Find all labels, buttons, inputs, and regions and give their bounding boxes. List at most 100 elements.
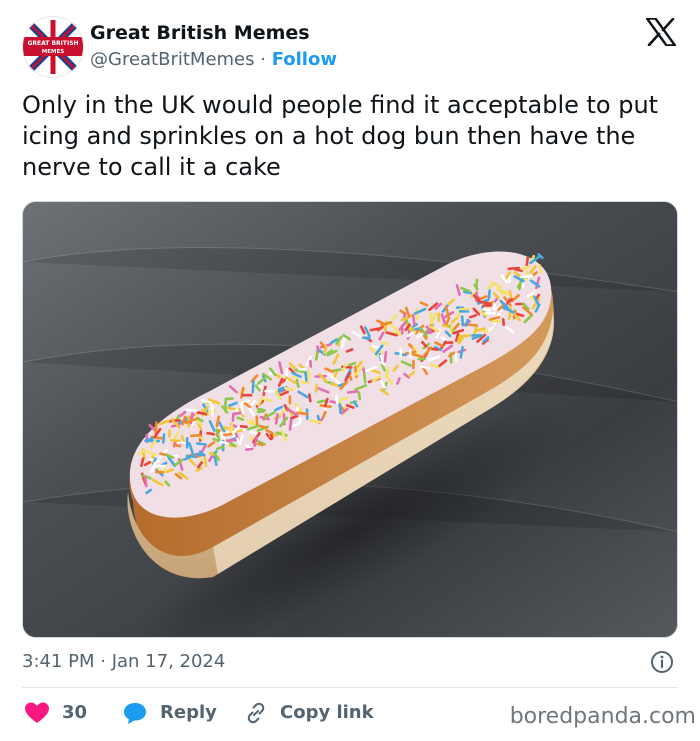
sprinkle <box>154 421 158 435</box>
tweet-text: Only in the UK would people find it acce… <box>22 91 659 181</box>
sprinkle <box>322 410 327 419</box>
sprinkle <box>307 393 312 403</box>
sprinkle <box>140 457 145 468</box>
sprinkle <box>330 382 339 387</box>
sprinkle <box>169 439 181 443</box>
sprinkle <box>369 327 382 332</box>
x-logo-icon[interactable] <box>645 17 677 47</box>
tweet-photo[interactable] <box>22 201 678 638</box>
display-name[interactable]: Great British Memes <box>90 21 337 45</box>
sprinkle <box>190 433 202 438</box>
sprinkle <box>357 391 362 401</box>
sprinkle <box>184 408 197 412</box>
sprinkle <box>215 415 220 428</box>
sprinkle <box>263 398 272 402</box>
sprinkle <box>429 312 433 326</box>
sprinkle <box>300 381 310 385</box>
sprinkle <box>464 318 470 327</box>
sprinkle <box>304 370 308 383</box>
avatar-logo-text-1: GREAT BRITISH <box>27 40 78 47</box>
sprinkle <box>316 399 327 404</box>
sprinkle <box>316 345 320 353</box>
sprinkle <box>348 361 357 367</box>
sprinkle <box>383 350 388 363</box>
sprinkle <box>334 394 339 405</box>
sprinkle <box>219 440 229 445</box>
avatar[interactable]: GREAT BRITISH MEMES <box>22 16 84 78</box>
handle-row: @GreatBritMemes · Follow <box>90 47 337 73</box>
sprinkle <box>331 368 342 373</box>
sprinkle <box>459 346 464 359</box>
sprinkle <box>143 475 148 488</box>
union-jack-avatar-image: GREAT BRITISH MEMES <box>22 16 84 78</box>
copy-link-button[interactable]: Copy link <box>244 700 374 726</box>
sprinkle <box>196 442 207 446</box>
sprinkle <box>162 433 166 444</box>
sprinkle <box>507 266 521 271</box>
sprinkle <box>203 456 208 468</box>
sprinkle <box>197 411 208 416</box>
sprinkle <box>245 447 254 451</box>
sprinkle <box>468 314 478 319</box>
sprinkle <box>239 425 248 429</box>
sprinkle <box>538 263 543 274</box>
sprinkle <box>274 413 279 425</box>
sprinkle <box>485 311 497 315</box>
sprinkle <box>322 344 328 355</box>
sprinkle <box>339 396 349 401</box>
like-count: 30 <box>62 702 88 723</box>
sprinkle <box>454 353 458 362</box>
sprinkle <box>159 452 168 457</box>
heart-icon <box>25 702 49 723</box>
sprinkle <box>412 326 422 332</box>
divider <box>22 687 678 688</box>
sprinkle <box>251 380 255 394</box>
sprinkle <box>241 399 251 404</box>
sprinkle <box>231 412 235 422</box>
tweet-header: GREAT BRITISH MEMES Great British Memes … <box>22 16 682 78</box>
sprinkle <box>361 336 371 340</box>
sprinkle <box>296 411 309 416</box>
sprinkle <box>259 424 268 430</box>
sprinkle <box>288 418 293 431</box>
sprinkle <box>314 384 318 393</box>
sprinkle <box>449 323 453 334</box>
sprinkle <box>338 402 342 414</box>
sprinkle <box>195 452 204 457</box>
like-button[interactable]: 30 <box>24 700 87 726</box>
sprinkle <box>289 414 299 420</box>
sprinkle <box>362 372 367 384</box>
avatar-logo-text-2: MEMES <box>42 49 64 55</box>
sprinkle <box>411 313 416 326</box>
sprinkle <box>460 315 465 327</box>
sprinkle <box>222 432 233 437</box>
sprinkle <box>225 438 237 443</box>
sprinkle <box>501 318 506 327</box>
reply-button[interactable]: Reply <box>122 700 217 726</box>
sprinkle <box>525 256 530 267</box>
sprinkle <box>520 274 534 279</box>
watermark: boredpanda.com <box>509 704 696 729</box>
sprinkle <box>172 443 182 448</box>
account-handle[interactable]: @GreatBritMemes <box>90 49 255 70</box>
sprinkle <box>479 300 492 305</box>
sprinkle <box>295 378 300 388</box>
sprinkle <box>256 410 266 414</box>
tweet-timestamp[interactable]: 3:41 PM · Jan 17, 2024 <box>22 650 225 674</box>
sprinkle <box>487 289 492 300</box>
info-icon[interactable] <box>650 650 674 674</box>
reply-bubble-icon <box>124 703 146 724</box>
sprinkle <box>283 386 295 392</box>
sprinkle <box>346 390 359 394</box>
sprinkle <box>309 419 323 424</box>
sprinkle <box>236 416 244 421</box>
iced-bun-photo <box>23 202 677 637</box>
link-icon <box>247 702 265 724</box>
sprinkle <box>229 421 234 435</box>
sprinkle <box>381 341 389 346</box>
handle-separator: · <box>254 49 272 70</box>
sprinkle <box>216 445 225 450</box>
sprinkle <box>233 411 244 416</box>
follow-button[interactable]: Follow <box>272 49 337 70</box>
sprinkle <box>333 370 339 378</box>
